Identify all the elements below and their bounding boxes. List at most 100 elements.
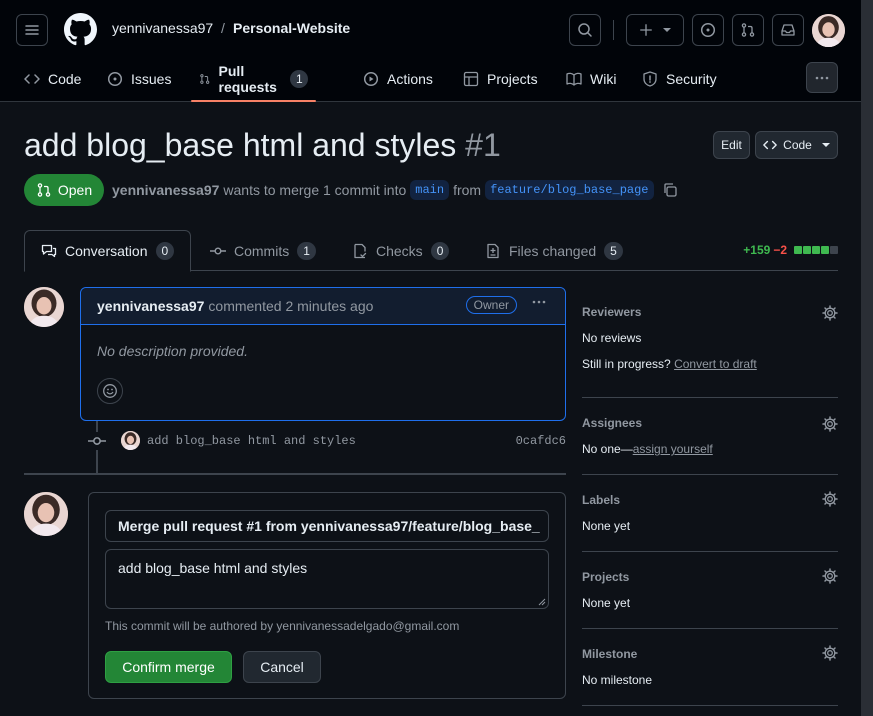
tab-commits[interactable]: Commits 1 bbox=[210, 230, 316, 271]
repo-name-link[interactable]: Personal-Website bbox=[233, 20, 350, 36]
git-commit-icon bbox=[88, 432, 106, 450]
convert-to-draft-link[interactable]: Convert to draft bbox=[674, 357, 757, 371]
pr-from-text: from bbox=[453, 182, 482, 198]
confirm-merge-label: Confirm merge bbox=[122, 659, 215, 675]
repo-owner-link[interactable]: yennivanessa97 bbox=[112, 20, 213, 36]
nav-pull-requests[interactable]: Pull requests 1 bbox=[190, 56, 317, 102]
pr-title: add blog_base html and styles #1 bbox=[24, 127, 501, 164]
file-diff-icon bbox=[487, 243, 499, 258]
comment-author[interactable]: yennivanessa97 bbox=[97, 298, 204, 314]
confirm-merge-button[interactable]: Confirm merge bbox=[105, 651, 232, 683]
pr-title-text: add blog_base html and styles bbox=[24, 127, 457, 163]
projects-heading[interactable]: Projects bbox=[582, 570, 629, 584]
reviewers-value: No reviews bbox=[582, 331, 642, 345]
table-icon bbox=[463, 71, 479, 87]
nav-projects[interactable]: Projects bbox=[463, 56, 538, 102]
pr-author-link[interactable]: yennivanessa97 bbox=[112, 182, 219, 198]
comment-options-button[interactable] bbox=[531, 294, 547, 310]
milestone-value: No milestone bbox=[582, 673, 653, 687]
assign-yourself-link[interactable]: assign yourself bbox=[633, 442, 713, 456]
pr-number: #1 bbox=[465, 127, 501, 163]
github-logo-icon[interactable] bbox=[64, 13, 97, 46]
resize-handle-icon[interactable] bbox=[538, 598, 546, 606]
nav-issues-label: Issues bbox=[131, 71, 172, 87]
checklist-icon bbox=[354, 243, 367, 258]
timeline-commit: add blog_base html and styles 0cafdc6 bbox=[88, 430, 566, 452]
labels-heading[interactable]: Labels bbox=[582, 493, 620, 507]
sidebar-labels: Labels None yet bbox=[582, 475, 838, 552]
commit-author-note: This commit will be authored by yennivan… bbox=[105, 619, 460, 633]
assignees-value: No one—assign yourself bbox=[582, 442, 713, 456]
git-pull-request-icon bbox=[37, 183, 51, 197]
tab-commits-count: 1 bbox=[297, 241, 316, 260]
cancel-merge-button[interactable]: Cancel bbox=[243, 651, 321, 683]
add-reaction-button[interactable] bbox=[97, 378, 123, 404]
projects-value: None yet bbox=[582, 596, 631, 610]
merge-form: Merge pull request #1 from yennivanessa9… bbox=[88, 492, 566, 699]
reviewers-progress: Still in progress? Convert to draft bbox=[582, 357, 757, 371]
base-branch[interactable]: main bbox=[410, 180, 450, 200]
milestone-gear-icon[interactable] bbox=[822, 645, 838, 661]
tab-conversation-label: Conversation bbox=[65, 243, 148, 259]
sidebar-milestone: Milestone No milestone bbox=[582, 629, 838, 706]
nav-code-label: Code bbox=[48, 71, 82, 87]
tab-conversation-count: 0 bbox=[155, 242, 175, 260]
nav-code[interactable]: Code bbox=[24, 56, 81, 102]
menu-button[interactable] bbox=[16, 14, 48, 46]
commit-sha-link[interactable]: 0cafdc6 bbox=[516, 434, 566, 448]
nav-pull-requests-count: 1 bbox=[290, 70, 309, 88]
labels-value: None yet bbox=[582, 519, 631, 533]
merge-commit-message-text: add blog_base html and styles bbox=[118, 560, 308, 576]
comment-body: No description provided. bbox=[97, 343, 248, 359]
sidebar-assignees: Assignees No one—assign yourself bbox=[582, 398, 838, 475]
merge-commit-title-input[interactable]: Merge pull request #1 from yennivanessa9… bbox=[105, 510, 549, 542]
reviewers-heading[interactable]: Reviewers bbox=[582, 305, 641, 319]
assignees-gear-icon[interactable] bbox=[822, 416, 838, 432]
merge-author-avatar[interactable] bbox=[24, 492, 68, 536]
pr-state-label: Open bbox=[57, 182, 93, 198]
sidebar: Reviewers No reviews Still in progress? … bbox=[582, 0, 838, 716]
smiley-icon bbox=[103, 384, 117, 398]
pr-meta-text: wants to merge 1 commit into bbox=[223, 182, 407, 198]
code-icon bbox=[24, 74, 40, 84]
assignees-heading[interactable]: Assignees bbox=[582, 416, 642, 430]
hamburger-icon bbox=[25, 25, 39, 35]
comment-timestamp[interactable]: commented 2 minutes ago bbox=[208, 298, 373, 314]
tab-conversation[interactable]: Conversation 0 bbox=[24, 230, 192, 272]
nav-actions[interactable]: Actions bbox=[363, 56, 433, 102]
projects-gear-icon[interactable] bbox=[822, 568, 838, 584]
owner-badge: Owner bbox=[465, 296, 517, 314]
sidebar-reviewers: Reviewers No reviews Still in progress? … bbox=[582, 288, 838, 398]
nav-projects-label: Projects bbox=[487, 71, 538, 87]
nav-actions-label: Actions bbox=[387, 71, 433, 87]
merge-commit-message-textarea[interactable]: add blog_base html and styles bbox=[105, 549, 549, 609]
repo-separator: / bbox=[221, 20, 225, 36]
issue-icon bbox=[107, 71, 123, 87]
pr-state-badge: Open bbox=[24, 174, 104, 206]
pull-request-icon bbox=[200, 74, 210, 84]
commit-message-link[interactable]: add blog_base html and styles bbox=[147, 434, 356, 448]
timeline-divider bbox=[24, 473, 566, 475]
labels-gear-icon[interactable] bbox=[822, 491, 838, 507]
milestone-heading[interactable]: Milestone bbox=[582, 647, 637, 661]
tab-checks-label: Checks bbox=[376, 242, 423, 259]
cancel-merge-label: Cancel bbox=[260, 659, 304, 675]
tab-checks-count: 0 bbox=[430, 241, 450, 260]
book-icon bbox=[566, 72, 582, 86]
assignees-none: No one— bbox=[582, 442, 633, 456]
nav-pull-requests-label: Pull requests bbox=[218, 63, 277, 95]
git-commit-icon bbox=[210, 246, 226, 254]
kebab-horizontal-icon bbox=[532, 300, 546, 304]
pr-description-comment: yennivanessa97 commented 2 minutes ago O… bbox=[80, 287, 566, 421]
tab-commits-label: Commits bbox=[234, 242, 290, 259]
comment-discussion-icon bbox=[41, 244, 57, 258]
comment-author-avatar[interactable] bbox=[24, 287, 64, 327]
tab-checks[interactable]: Checks 0 bbox=[352, 230, 450, 271]
reviewers-gear-icon[interactable] bbox=[822, 305, 838, 321]
nav-issues[interactable]: Issues bbox=[107, 56, 171, 102]
progress-text: Still in progress? bbox=[582, 357, 671, 371]
commit-author-avatar[interactable] bbox=[121, 431, 140, 450]
play-icon bbox=[363, 71, 379, 87]
page-scrollbar[interactable] bbox=[861, 0, 873, 716]
sidebar-projects: Projects None yet bbox=[582, 552, 838, 629]
